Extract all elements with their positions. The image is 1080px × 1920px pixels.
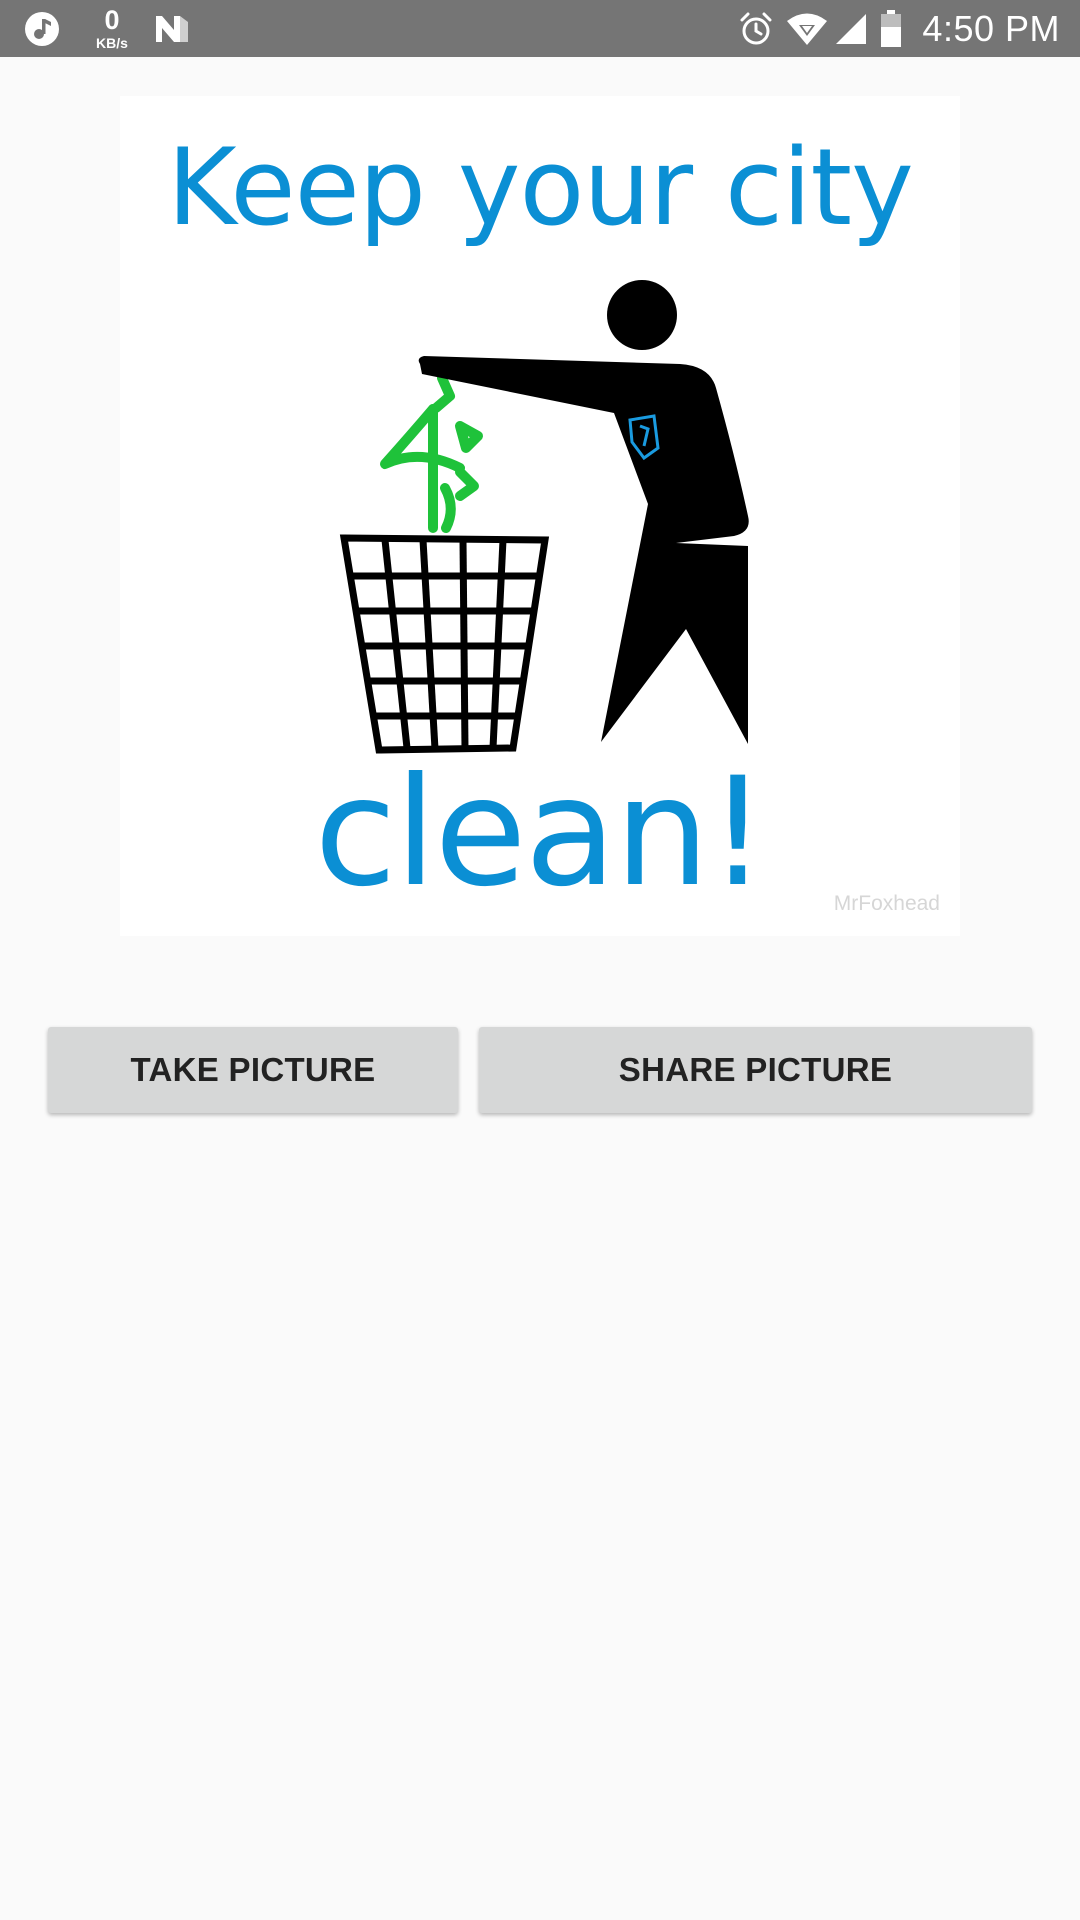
take-picture-button[interactable]: TAKE PICTURE <box>48 1027 458 1113</box>
battery-icon <box>880 9 902 48</box>
alarm-icon <box>738 11 774 47</box>
status-bar: 0 KB/s 4:50 PM <box>0 0 1080 57</box>
share-picture-button[interactable]: SHARE PICTURE <box>479 1027 1032 1113</box>
trash-can-icon <box>339 534 550 754</box>
music-icon <box>24 11 60 47</box>
network-speed-value: 0 <box>104 5 120 35</box>
status-clock: 4:50 PM <box>922 7 1060 49</box>
poster-headline: Keep your city <box>167 126 914 249</box>
n-badge-icon <box>154 14 190 44</box>
poster-image: Keep your city clean! MrFoxhead <box>120 96 960 936</box>
poster-watermark: MrFoxhead <box>833 892 940 915</box>
network-speed: 0 KB/s <box>96 5 128 51</box>
wifi-icon <box>786 12 828 46</box>
network-speed-unit: KB/s <box>96 35 128 51</box>
cell-signal-icon <box>834 12 868 46</box>
leaf-symbol-icon <box>380 373 483 533</box>
person-figure <box>418 280 749 744</box>
